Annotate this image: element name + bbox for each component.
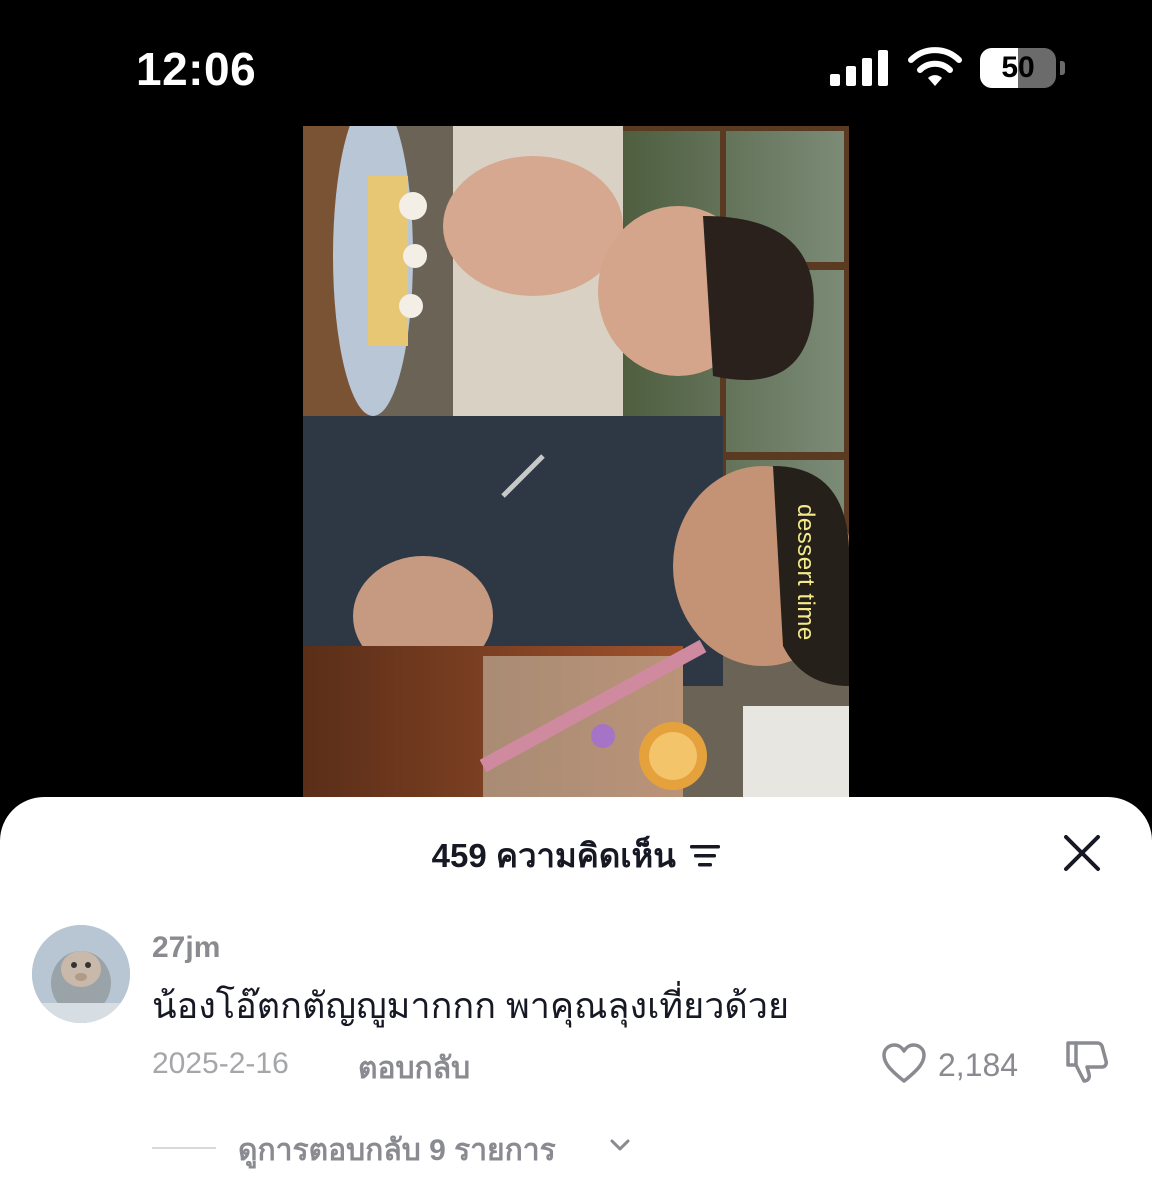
status-time: 12:06 xyxy=(136,43,257,95)
video-caption-overlay: dessert time xyxy=(792,504,819,641)
thumbs-down-icon[interactable] xyxy=(1062,1037,1112,1087)
heart-icon xyxy=(882,1043,926,1083)
battery-cap xyxy=(1060,61,1065,75)
video-player[interactable]: dessert time xyxy=(303,126,849,800)
comments-sheet: 459 ความคิดเห็น 27jm น้องโอ๊ตกตัญญูมากกก… xyxy=(0,797,1152,1200)
screen: 12:06 50 dessert time 459 ความคิดเห็น 27… xyxy=(0,0,1152,1200)
avatar-image xyxy=(32,925,130,1023)
reply-button[interactable]: ตอบกลับ xyxy=(358,1045,470,1092)
comment-date: 2025-2-16 xyxy=(152,1047,289,1080)
chevron-down-icon xyxy=(610,1139,630,1151)
sort-icon[interactable] xyxy=(690,843,721,869)
view-replies-label: ดูการตอบกลับ 9 รายการ xyxy=(238,1134,556,1167)
video-thumbnail-image xyxy=(303,126,849,800)
like-count: 2,184 xyxy=(938,1047,1019,1083)
close-icon[interactable] xyxy=(1060,831,1104,875)
comment-username[interactable]: 27jm xyxy=(152,931,220,965)
status-bar: 12:06 50 xyxy=(0,0,1152,130)
replies-divider-line xyxy=(152,1147,216,1149)
battery-body: 50 xyxy=(980,48,1056,88)
comments-count-title: 459 ความคิดเห็น xyxy=(431,837,676,874)
comment-text: น้องโอ๊ตกตัญญูมากกก พาคุณลุงเที่ยวด้วย xyxy=(152,985,790,1026)
comments-header: 459 ความคิดเห็น xyxy=(0,829,1152,877)
battery-icon: 50 xyxy=(980,48,1066,88)
battery-level: 50 xyxy=(1001,51,1035,84)
avatar[interactable] xyxy=(32,925,130,1023)
comment-item: 27jm น้องโอ๊ตกตัญญูมากกก พาคุณลุงเที่ยวด… xyxy=(0,915,1152,1200)
like-button[interactable]: 2,184 xyxy=(880,1039,1030,1087)
wifi-icon xyxy=(908,47,962,86)
cellular-signal-icon xyxy=(830,50,888,86)
